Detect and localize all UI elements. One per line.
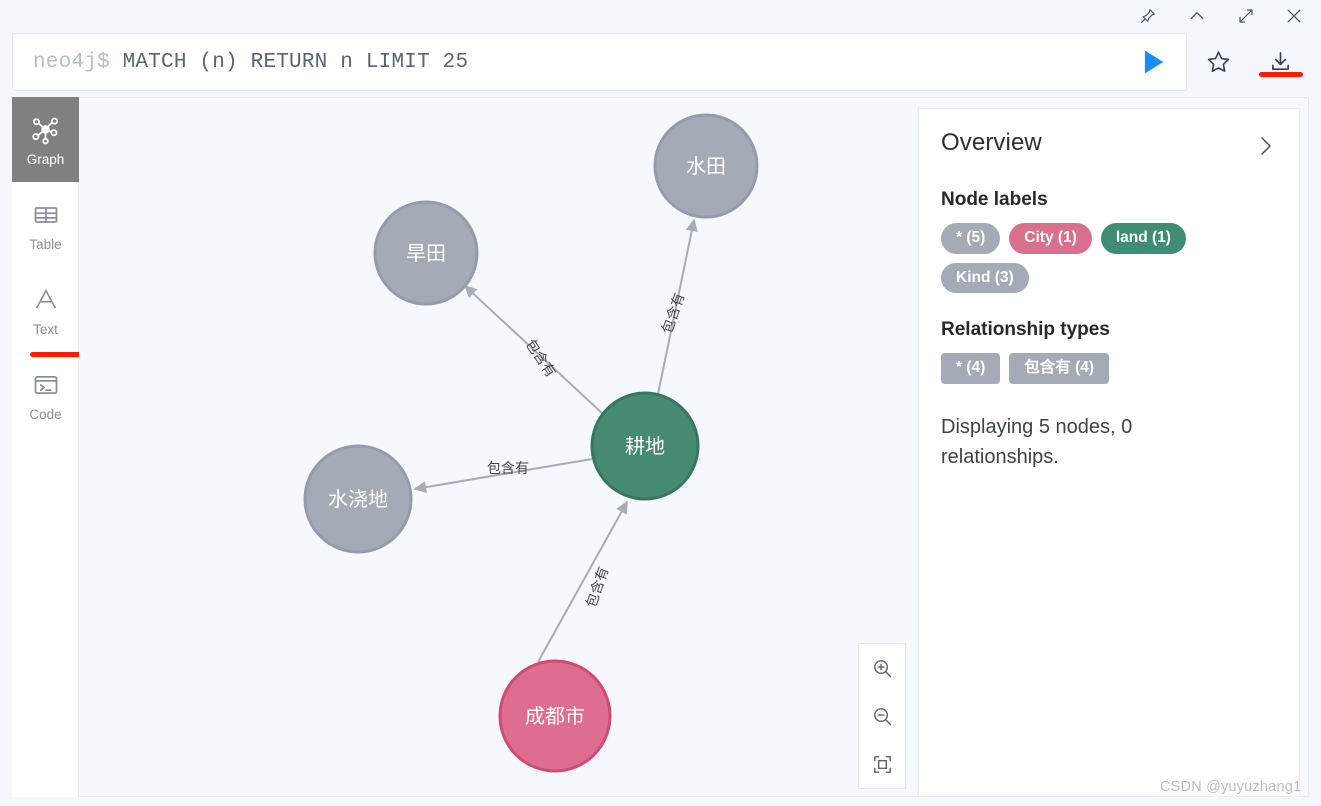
edge-gengdi-shuijiaodi[interactable] xyxy=(413,458,593,494)
view-tab-text[interactable]: Text xyxy=(12,267,79,352)
neo4j-browser-frame: neo4j$ MATCH (n) RETURN n LIMIT 25 Graph… xyxy=(0,0,1321,806)
overview-title: Overview xyxy=(941,129,1042,156)
favorite-star-icon[interactable] xyxy=(1198,42,1238,80)
relationship-type-chip[interactable]: * (4) xyxy=(941,353,1001,384)
relationship-types-chips: * (4) 包含有 (4) xyxy=(941,353,1277,384)
pin-icon[interactable] xyxy=(1133,2,1163,30)
graph-node-gengdi[interactable]: 耕地 xyxy=(590,391,700,501)
code-icon xyxy=(32,368,60,402)
view-tab-table[interactable]: Table xyxy=(12,182,79,267)
node-label-chip[interactable]: * (5) xyxy=(941,223,1001,254)
view-tab-graph[interactable]: Graph xyxy=(12,97,79,182)
view-tab-code-label: Code xyxy=(29,406,62,422)
graph-node-shuitian[interactable]: 水田 xyxy=(653,113,759,219)
graph-node-shuijiaodi[interactable]: 水浇地 xyxy=(303,444,413,554)
expand-icon[interactable] xyxy=(1231,2,1261,30)
table-annotation-underline xyxy=(30,352,85,357)
relationship-types-heading: Relationship types xyxy=(941,319,1110,340)
overview-panel: Overview Node labels * (5) City (1) land… xyxy=(918,108,1300,797)
overview-header: Overview xyxy=(941,129,1277,163)
zoom-controls xyxy=(858,643,906,789)
view-tab-code[interactable]: Code xyxy=(12,352,79,437)
chevron-up-icon[interactable] xyxy=(1182,2,1212,30)
query-text[interactable]: MATCH (n) RETURN n LIMIT 25 xyxy=(123,51,469,74)
run-query-button[interactable] xyxy=(1126,38,1178,86)
view-switcher: Graph Table Text Code xyxy=(12,97,85,797)
graph-node-hantian[interactable]: 旱田 xyxy=(373,200,479,306)
download-annotation-underline xyxy=(1259,72,1303,77)
graph-icon xyxy=(30,113,61,147)
query-prompt: neo4j$ xyxy=(33,50,123,74)
overview-status-text: Displaying 5 nodes, 0 relationships. xyxy=(941,415,1133,468)
close-icon[interactable] xyxy=(1279,2,1309,30)
zoom-fit-icon[interactable] xyxy=(859,741,905,787)
node-label-chip[interactable]: City (1) xyxy=(1009,223,1092,254)
node-labels-heading: Node labels xyxy=(941,189,1048,210)
node-labels-chips: * (5) City (1) land (1) Kind (3) xyxy=(941,223,1277,293)
view-tab-graph-label: Graph xyxy=(26,151,65,167)
edge-label: 包含有 xyxy=(523,336,560,380)
node-label-chip[interactable]: Kind (3) xyxy=(941,262,1029,293)
view-tab-table-label: Table xyxy=(29,236,62,252)
edge-label: 包含有 xyxy=(583,565,612,610)
zoom-out-icon[interactable] xyxy=(859,693,905,739)
view-tab-text-label: Text xyxy=(33,321,58,337)
zoom-in-icon[interactable] xyxy=(859,645,905,691)
edge-label: 包含有 xyxy=(659,291,688,336)
edge-gengdi-hantian[interactable] xyxy=(463,284,604,415)
chevron-right-icon[interactable] xyxy=(1253,129,1277,163)
query-editor[interactable]: neo4j$ MATCH (n) RETURN n LIMIT 25 xyxy=(12,33,1187,91)
node-label-chip[interactable]: land (1) xyxy=(1100,223,1186,254)
text-icon xyxy=(32,283,60,317)
graph-node-chengdushi[interactable]: 成都市 xyxy=(498,659,612,773)
table-icon xyxy=(32,198,60,232)
edge-chengdushi-gengdi[interactable] xyxy=(537,500,628,663)
graph-nodes: 水田 旱田 耕地 水浇地 成都市 xyxy=(303,113,759,773)
edge-gengdi-shuitian[interactable] xyxy=(657,218,698,395)
relationship-type-chip[interactable]: 包含有 (4) xyxy=(1009,353,1110,384)
window-titlebar xyxy=(0,0,1321,32)
